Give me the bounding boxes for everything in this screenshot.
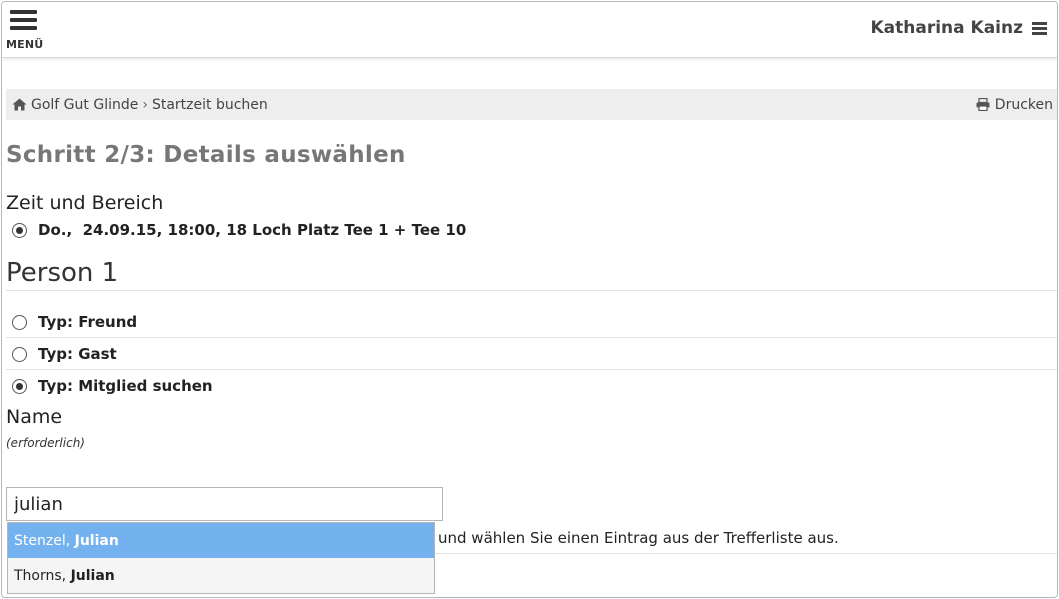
divider (435, 553, 1057, 554)
member-search-input[interactable] (6, 487, 443, 521)
divider (6, 290, 1057, 291)
breadcrumb-item-club[interactable]: Golf Gut Glinde (31, 97, 138, 113)
suggestion-surname: Stenzel, (14, 532, 75, 549)
list-menu-icon (1032, 20, 1047, 37)
user-name: Katharina Kainz (870, 18, 1023, 38)
divider (6, 337, 1057, 338)
suggestion-firstname: Julian (70, 567, 115, 584)
hamburger-icon (6, 10, 46, 30)
home-icon[interactable] (12, 98, 27, 111)
radio-checked-icon[interactable] (12, 378, 27, 394)
top-bar: MENÜ Katharina Kainz (2, 2, 1057, 58)
app-window: MENÜ Katharina Kainz Golf Gut Glinde › S… (1, 1, 1058, 598)
type-label: Typ: Mitglied suchen (38, 377, 213, 395)
menu-label: MENÜ (6, 38, 44, 51)
suggestion-item[interactable]: Stenzel, Julian (8, 523, 434, 558)
name-field-label: Name (6, 406, 63, 428)
suggestion-firstname: Julian (74, 532, 119, 549)
type-option-gast[interactable]: Typ: Gast (12, 345, 117, 363)
person-heading: Person 1 (6, 258, 119, 288)
print-button[interactable]: Drucken (976, 97, 1053, 113)
type-label: Typ: Freund (38, 313, 138, 331)
required-note: (erforderlich) (6, 436, 85, 450)
autocomplete-list: Stenzel, Julian Thorns, Julian (7, 522, 435, 594)
breadcrumb: Golf Gut Glinde › Startzeit buchen Druck… (6, 89, 1057, 120)
type-option-freund[interactable]: Typ: Freund (12, 313, 137, 331)
page-title: Schritt 2/3: Details auswählen (6, 142, 406, 168)
print-label: Drucken (994, 96, 1053, 113)
time-option-label: Do., 24.09.15, 18:00, 18 Loch Platz Tee … (38, 221, 467, 239)
radio-icon[interactable] (12, 314, 27, 330)
user-menu[interactable]: Katharina Kainz (870, 18, 1047, 38)
breadcrumb-item-current: Startzeit buchen (151, 96, 268, 113)
search-hint: und wählen Sie einen Eintrag aus der Tre… (438, 529, 839, 547)
menu-button[interactable]: MENÜ (6, 10, 46, 52)
type-option-mitglied[interactable]: Typ: Mitglied suchen (12, 377, 213, 395)
radio-checked-icon[interactable] (12, 222, 27, 238)
radio-icon[interactable] (12, 346, 27, 362)
time-option-radio[interactable]: Do., 24.09.15, 18:00, 18 Loch Platz Tee … (12, 221, 466, 239)
suggestion-item[interactable]: Thorns, Julian (8, 558, 434, 593)
chevron-right-icon: › (142, 96, 148, 113)
type-label: Typ: Gast (38, 345, 117, 363)
divider (6, 369, 1057, 370)
printer-icon (976, 98, 990, 111)
time-section-heading: Zeit und Bereich (6, 192, 164, 214)
suggestion-surname: Thorns, (14, 567, 71, 584)
